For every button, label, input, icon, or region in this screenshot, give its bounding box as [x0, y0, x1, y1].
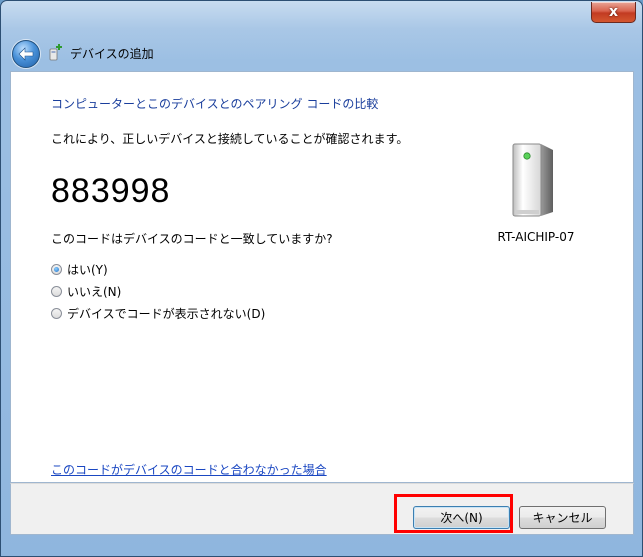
code-mismatch-link[interactable]: このコードがデバイスのコードと合わなかった場合 — [51, 461, 327, 478]
radio-yes[interactable] — [51, 263, 62, 275]
option-yes[interactable]: はい(Y) — [51, 258, 265, 280]
highlight-box — [394, 494, 513, 533]
option-no-code-label: デバイスでコードが表示されない(D) — [67, 306, 266, 321]
content-panel: コンピューターとこのデバイスとのペアリング コードの比較 これにより、正しいデバ… — [10, 71, 634, 483]
cancel-button[interactable]: キャンセル — [519, 506, 606, 529]
match-options: はい(Y) いいえ(N) デバイスでコードが表示されない(D) — [51, 258, 265, 324]
navigation-bar: デバイスの追加 — [10, 37, 635, 70]
page-description: これにより、正しいデバイスと接続していることが確認されます。 — [51, 132, 409, 146]
page-heading: コンピューターとこのデバイスとのペアリング コードの比較 — [51, 97, 379, 111]
bluetooth-add-device-icon — [49, 44, 62, 61]
add-device-window: x デバイスの追加 コンピューターとこのデバイスとのペアリング コードの比較 こ… — [0, 0, 643, 557]
back-arrow-icon — [18, 47, 34, 61]
back-button[interactable] — [12, 40, 40, 68]
option-no-code[interactable]: デバイスでコードが表示されない(D) — [51, 302, 265, 324]
radio-no[interactable] — [51, 285, 62, 297]
option-no[interactable]: いいえ(N) — [51, 280, 265, 302]
button-bar: 次へ(N) キャンセル — [10, 483, 634, 535]
close-icon: x — [608, 4, 619, 20]
close-button[interactable]: x — [591, 2, 636, 23]
option-no-label: いいえ(N) — [67, 284, 122, 299]
option-yes-label: はい(Y) — [67, 262, 108, 277]
window-title: デバイスの追加 — [70, 47, 154, 61]
device-tower-icon — [512, 143, 553, 217]
code-match-question: このコードはデバイスのコードと一致していますか? — [51, 232, 333, 246]
radio-no-code[interactable] — [51, 307, 62, 319]
pairing-code: 883998 — [51, 172, 171, 210]
device-name: RT-AICHIP-07 — [497, 230, 575, 244]
